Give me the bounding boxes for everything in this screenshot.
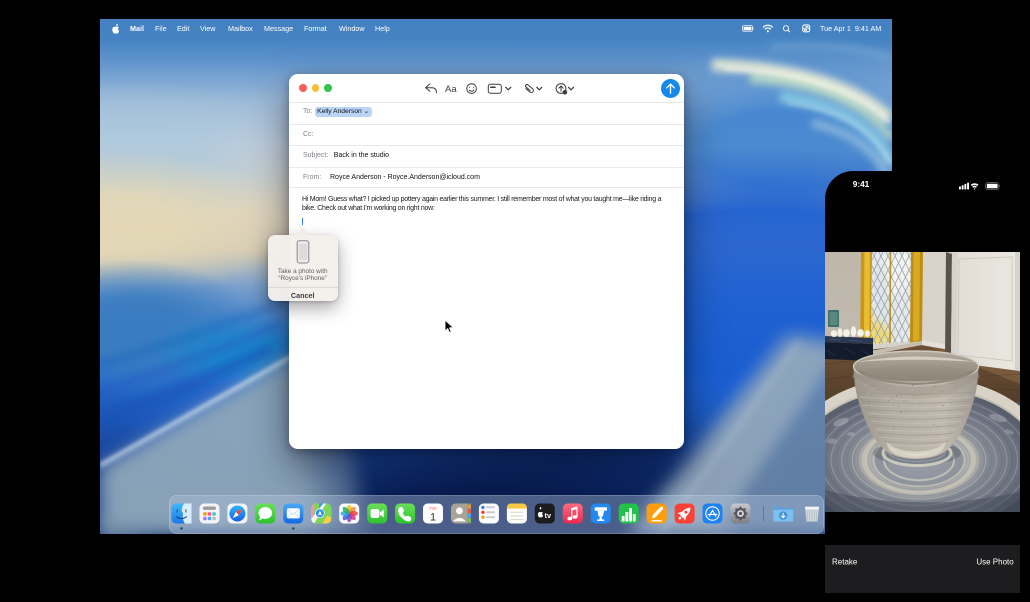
svg-text:Aa: Aa — [445, 84, 457, 95]
svg-text:TUE: TUE — [429, 506, 437, 510]
svg-text:1: 1 — [430, 511, 436, 523]
svg-text:tv: tv — [545, 511, 552, 520]
